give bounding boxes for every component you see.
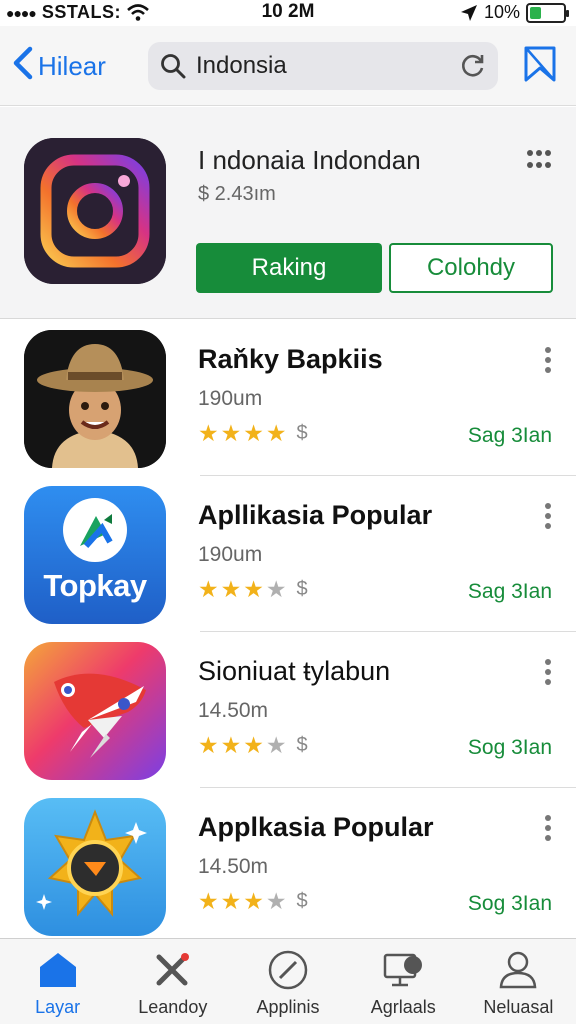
ranking-button[interactable]: Raking (196, 243, 382, 293)
navigation-bar: Hilear Indonsia (0, 26, 576, 106)
featured-app-title: I ndonaia Indondan (198, 145, 421, 175)
price-tier-icon: $ (296, 890, 308, 912)
star-badge-app-icon (24, 798, 166, 936)
search-field[interactable]: Indonsia (148, 42, 498, 90)
status-right: 10% (460, 2, 569, 23)
star-icon: ★ (243, 576, 266, 602)
topkay-wordmark: Topkay (43, 568, 147, 603)
star-icon: ★ (265, 732, 289, 758)
back-button[interactable]: Hilear (12, 46, 106, 86)
tab-bar: Layar Leandoy Applinis Agrlaals Neluasal (0, 938, 576, 1024)
get-app-link[interactable]: Sog 3Ian (468, 736, 552, 760)
star-rating: ★ ★ ★ ★ $ (198, 576, 308, 603)
status-bar: ●●●● SSTALS: 10 2M 10% (0, 0, 576, 26)
get-app-link[interactable]: Sag 3Ian (468, 424, 552, 448)
star-icon: ★ (220, 576, 244, 602)
app-size: 190um (198, 387, 263, 410)
tab-agrlaals[interactable]: Agrlaals (346, 939, 461, 1024)
featured-app-card: I ndonaia Indondan $ 2.43ım Raking Coloh… (0, 107, 576, 319)
bookmark-icon[interactable] (522, 44, 558, 84)
tab-label: Agrlaals (370, 997, 436, 1017)
monitor-icon (383, 953, 423, 987)
star-icon: ★ (265, 576, 289, 602)
star-icon: ★ (265, 420, 289, 446)
star-icon: ★ (265, 888, 289, 914)
get-app-link[interactable]: Sag 3Ian (468, 580, 552, 604)
tab-label: Applinis (256, 997, 320, 1017)
list-item[interactable]: Sioniuat ŧylabun 14.50m ★ ★ ★ ★ $ Sog 3Ian (0, 632, 576, 788)
get-app-link[interactable]: Sog 3Ian (468, 892, 552, 916)
app-size: 14.50m (198, 699, 269, 722)
star-rating: ★ ★ ★ ★ $ (198, 420, 308, 447)
cowboy-app-icon (24, 330, 166, 468)
star-icon: ★ (220, 732, 244, 758)
star-icon: ★ (243, 420, 266, 446)
more-vertical-icon[interactable] (544, 346, 552, 374)
list-item[interactable]: Raňky Bapkiis 190um ★ ★ ★ ★ $ Sag 3Ian (0, 320, 576, 476)
list-item[interactable]: Topkay Apllikasia Popular 190um ★ ★ ★ ★ $ Sa… (0, 476, 576, 632)
price-tier-icon: $ (296, 578, 308, 600)
star-icon: ★ (220, 420, 244, 446)
search-icon (161, 54, 186, 79)
app-name: Sioniuat ŧylabun (198, 656, 391, 686)
star-rating: ★ ★ ★ ★ $ (198, 732, 308, 759)
battery-level (530, 6, 542, 19)
list-item[interactable]: Applkasia Popular 14.50m ★ ★ ★ ★ $ Sog 3Ian (0, 788, 576, 938)
star-icon: ★ (198, 732, 221, 758)
search-input-value[interactable]: Indonsia (196, 52, 460, 80)
home-icon (39, 953, 76, 987)
profile-icon (500, 951, 537, 989)
tab-label: Neluasal (483, 997, 554, 1017)
app-name: Applkasia Popular (198, 812, 434, 842)
app-size: 14.50m (198, 855, 269, 878)
tab-label: Layar (35, 997, 81, 1017)
tab-neluasal[interactable]: Neluasal (461, 939, 576, 1024)
tab-leandoy[interactable]: Leandoy (115, 939, 230, 1024)
app-size: 190um (198, 543, 263, 566)
star-icon: ★ (198, 420, 221, 446)
star-icon: ★ (198, 888, 221, 914)
refresh-icon[interactable] (460, 53, 486, 79)
location-arrow-icon (460, 4, 477, 21)
battery-icon (526, 2, 569, 23)
compass-icon (268, 950, 308, 990)
star-icon: ★ (220, 888, 244, 914)
chevron-left-icon (12, 46, 34, 86)
more-vertical-icon[interactable] (544, 814, 552, 842)
tab-applinis[interactable]: Applinis (230, 939, 345, 1024)
app-name: Apllikasia Popular (198, 500, 433, 530)
star-rating: ★ ★ ★ ★ $ (198, 888, 308, 915)
topkay-app-icon: Topkay (24, 486, 166, 624)
more-vertical-icon[interactable] (544, 658, 552, 686)
tools-icon (156, 953, 189, 986)
battery-percent: 10% (483, 2, 520, 22)
price-tier-icon: $ (296, 734, 308, 756)
tab-layar[interactable]: Layar (0, 939, 115, 1024)
featured-app-price: $ 2.43ım (198, 183, 276, 205)
app-name: Raňky Bapkiis (198, 344, 383, 374)
star-icon: ★ (243, 888, 266, 914)
rocket-app-icon (24, 642, 166, 780)
back-label: Hilear (38, 50, 106, 81)
price-tier-icon: $ (296, 422, 308, 444)
star-icon: ★ (243, 732, 266, 758)
more-vertical-icon[interactable] (544, 502, 552, 530)
star-icon: ★ (198, 576, 221, 602)
more-options-icon[interactable] (526, 149, 552, 175)
collection-button[interactable]: Colohdy (389, 243, 553, 293)
featured-app-icon[interactable] (24, 138, 166, 284)
tab-label: Leandoy (138, 997, 208, 1017)
